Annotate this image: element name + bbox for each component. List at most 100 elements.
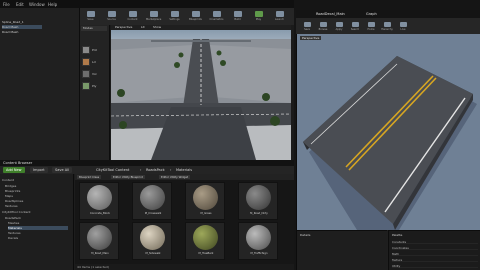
asset-tile[interactable]: M_Road_Main <box>79 222 119 260</box>
tree-item[interactable]: Bridges <box>5 184 16 188</box>
tab-material[interactable]: RoadDecal_Main <box>316 12 345 16</box>
asset-tile[interactable]: M_Road_Dirty <box>238 182 278 220</box>
tree-item[interactable]: RoadsPack <box>5 216 21 220</box>
tree-item[interactable]: Blueprints <box>5 189 20 193</box>
build-icon <box>234 11 242 17</box>
filter-chip[interactable]: Editor Utility Widget <box>159 175 191 179</box>
save-all-button[interactable]: Save All <box>52 167 73 173</box>
me-browse-button[interactable]: Browse <box>316 22 330 33</box>
outliner-item-selected[interactable]: Road Mesh <box>2 25 42 29</box>
palette-title: Palette <box>392 233 403 237</box>
menu-bar: File Edit Window Help <box>0 0 294 8</box>
me-hierarchy-button[interactable]: Hierarchy <box>380 22 394 33</box>
mode-swatch <box>82 58 90 66</box>
mode-item[interactable]: Vol <box>82 69 108 79</box>
world-outliner: Spline_Road_1 Road Mesh Road Mesh <box>0 8 80 160</box>
breadcrumb-materials[interactable]: Materials <box>176 167 192 173</box>
material-preview <box>140 225 165 250</box>
breadcrumb-root[interactable]: CityKitTool Content <box>96 167 129 173</box>
menu-window[interactable]: Window <box>29 2 45 7</box>
material-preview <box>246 225 271 250</box>
menu-file[interactable]: File <box>3 2 10 7</box>
mode-swatch <box>82 82 90 90</box>
me-home-button[interactable]: Home <box>364 22 378 33</box>
outliner-item[interactable]: Road Mesh <box>2 30 42 34</box>
mode-item[interactable]: Ply <box>82 81 108 91</box>
material-preview <box>140 185 165 210</box>
tab-perspective[interactable]: Perspective <box>113 25 134 30</box>
breadcrumb-roadspack[interactable]: RoadsPack <box>146 167 165 173</box>
material-editor-tab-bar: RoadDecal_Main Graph <box>296 10 480 18</box>
asset-tile[interactable]: M_Crosswalk <box>132 182 172 220</box>
modes-panel: Modes Pnt Lcl Vol Ply <box>80 25 110 160</box>
road-mesh-preview <box>297 34 480 230</box>
tree-item[interactable]: Textures <box>8 231 21 235</box>
toolbar-launch-button[interactable]: Launch <box>272 10 287 23</box>
import-button[interactable]: Import <box>30 167 48 173</box>
toolbar-play-button[interactable]: Play <box>251 10 266 23</box>
tab-graph[interactable]: Graph <box>366 12 377 16</box>
live-icon <box>400 22 407 27</box>
toolbar-source-button[interactable]: Source <box>104 10 119 23</box>
me-apply-button[interactable]: Apply <box>332 22 346 33</box>
toolbar-marketplace-button[interactable]: Marketplace <box>146 10 161 23</box>
outliner-item[interactable]: Spline_Road_1 <box>2 20 42 24</box>
toolbar-cinematics-button[interactable]: Cinematics <box>209 10 224 23</box>
mode-item[interactable]: Pnt <box>82 45 108 55</box>
asset-tile[interactable]: Concrete_Block <box>79 182 119 220</box>
material-preview-viewport[interactable]: Perspective <box>297 34 480 230</box>
film-icon <box>213 11 221 17</box>
me-live-button[interactable]: Live <box>396 22 410 33</box>
tab-show[interactable]: Show <box>151 25 163 30</box>
toolbar-build-button[interactable]: Build <box>230 10 245 23</box>
tree-item[interactable]: Maps <box>5 194 13 198</box>
toolbar-blueprints-button[interactable]: Blueprints <box>188 10 203 23</box>
me-save-button[interactable]: Save <box>300 22 314 33</box>
modes-tab[interactable]: Modes <box>81 26 107 31</box>
save-icon <box>87 11 95 17</box>
blueprint-icon <box>192 11 200 17</box>
add-new-button[interactable]: Add New <box>3 167 25 173</box>
mode-item[interactable]: Lcl <box>82 57 108 67</box>
tree-item[interactable]: Decals <box>8 236 18 240</box>
tab-lit[interactable]: Lit <box>139 25 147 30</box>
breadcrumb-sep-icon: › <box>170 168 172 172</box>
asset-grid: Blueprint Class Editor Utility Blueprint… <box>75 174 294 270</box>
viewport-scene <box>111 25 291 160</box>
filter-chip[interactable]: Editor Utility Blueprint <box>111 175 145 179</box>
toolbar-content-button[interactable]: Content <box>125 10 140 23</box>
source-icon <box>108 11 116 17</box>
toolbar-settings-button[interactable]: Settings <box>167 10 182 23</box>
material-preview <box>193 225 218 250</box>
mode-swatch <box>82 46 90 54</box>
material-preview <box>87 185 112 210</box>
palette-item[interactable]: Utility <box>392 264 478 268</box>
tree-item[interactable]: CityKitTool Content <box>2 210 31 214</box>
tree-item[interactable]: RoadSplines <box>5 199 23 203</box>
browse-icon <box>320 22 327 27</box>
palette-item[interactable]: Coordinates <box>392 246 478 250</box>
toolbar-save-button[interactable]: Save <box>83 10 98 23</box>
filter-chip[interactable]: Blueprint Class <box>77 175 102 179</box>
folder-tree: Content Bridges Blueprints Maps RoadSpli… <box>0 174 74 270</box>
me-search-button[interactable]: Search <box>348 22 362 33</box>
asset-tile[interactable]: M_TrafficSign <box>238 222 278 260</box>
palette-item[interactable]: Constants <box>392 240 478 244</box>
tree-item[interactable]: Meshes <box>8 221 19 225</box>
asset-tile[interactable]: M_TreeBark <box>185 222 225 260</box>
menu-edit[interactable]: Edit <box>16 2 24 7</box>
asset-tile[interactable]: M_Sidewalk <box>132 222 172 260</box>
launch-icon <box>276 11 284 17</box>
palette-item[interactable]: Texture <box>392 258 478 262</box>
palette-item[interactable]: Math <box>392 252 478 256</box>
preview-view-label[interactable]: Perspective <box>300 36 322 40</box>
asset-count-status: 44 items (1 selected) <box>75 264 294 270</box>
tree-item[interactable]: Content <box>2 178 14 182</box>
filter-bar: Blueprint Class Editor Utility Blueprint… <box>75 174 294 180</box>
menu-help[interactable]: Help <box>48 2 57 7</box>
tree-item[interactable]: Textures <box>5 204 18 208</box>
level-viewport[interactable]: Perspective Lit Show <box>111 25 291 160</box>
asset-tile[interactable]: M_Grass <box>185 182 225 220</box>
tree-item-selected[interactable]: Materials <box>8 226 68 230</box>
home-icon <box>368 22 375 27</box>
